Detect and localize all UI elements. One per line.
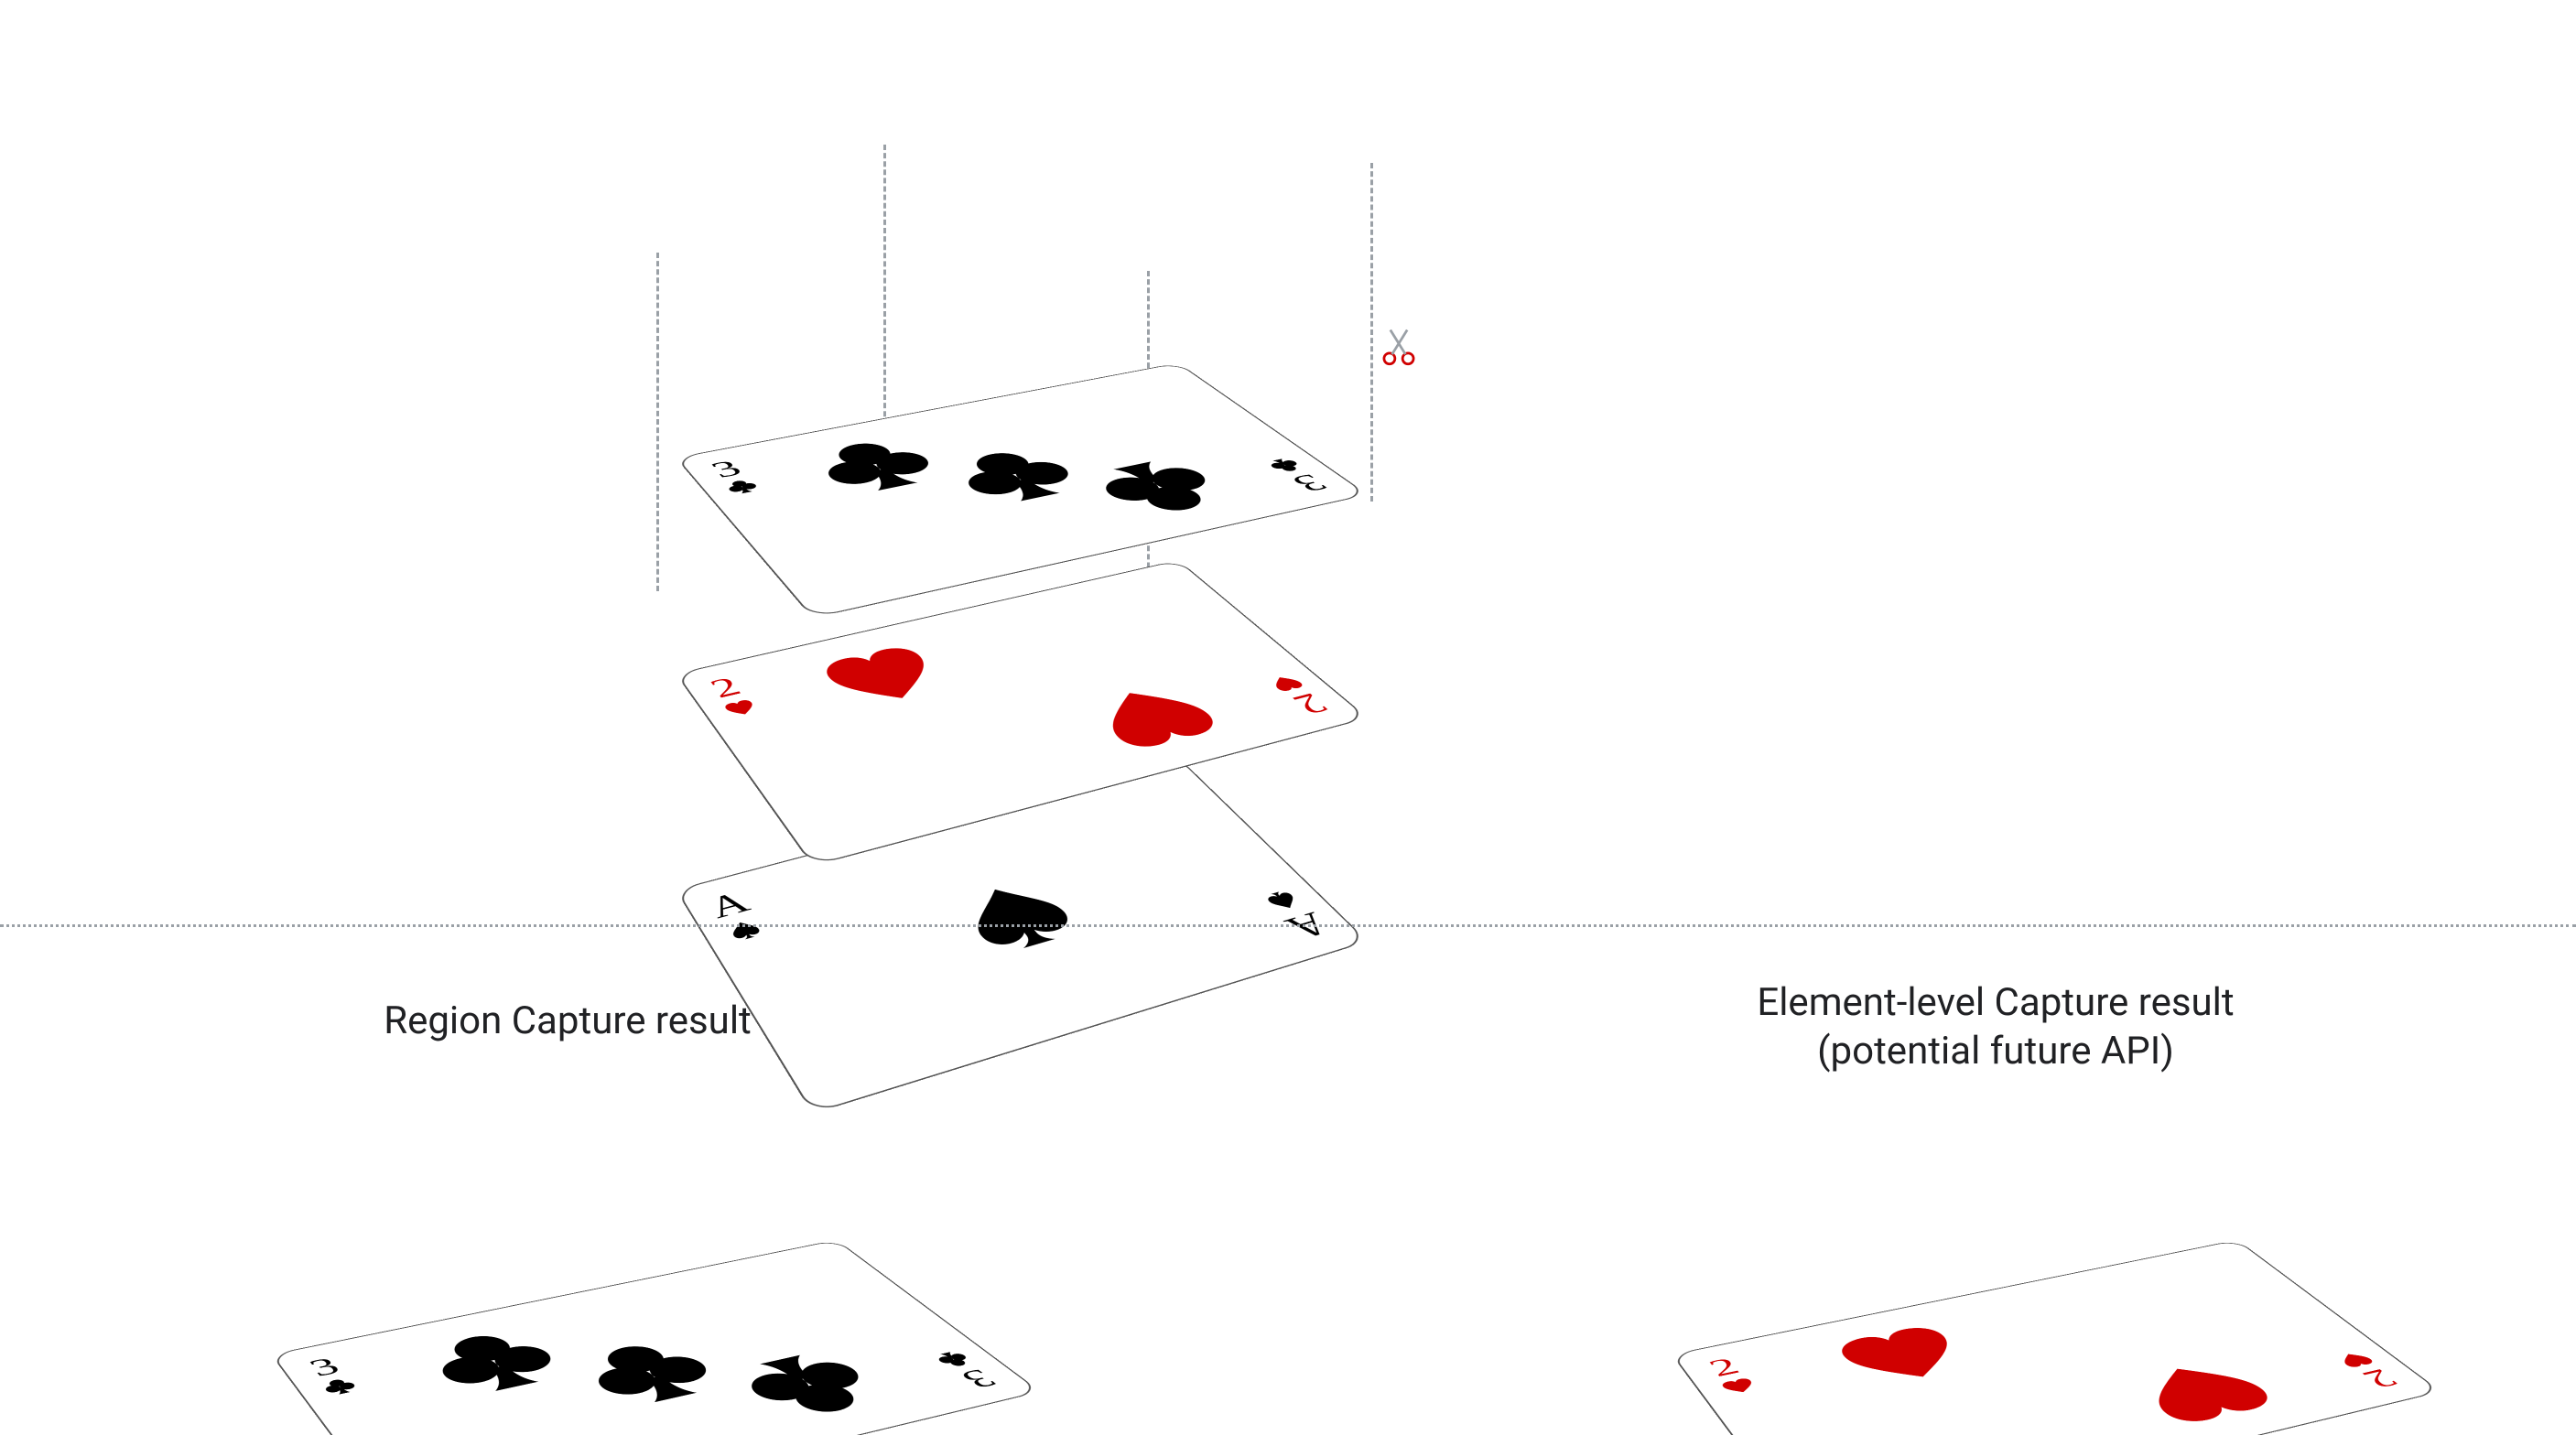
card-corner-top-left: 2: [703, 673, 762, 720]
label-text: Region Capture result: [384, 998, 752, 1043]
card-corner-top-left: 3: [300, 1354, 362, 1399]
region-capture-label: Region Capture result: [156, 998, 980, 1046]
card-rank: 2: [1285, 689, 1336, 719]
card-corner-bottom-right: A: [1257, 886, 1337, 944]
card-rank: 3: [304, 1354, 345, 1380]
card-corner-bottom-right: 2: [1264, 672, 1337, 719]
club-icon: [799, 433, 956, 502]
club-icon: [412, 1323, 579, 1403]
crop-guide-left: [656, 253, 659, 591]
club-icon: [1077, 452, 1243, 523]
card-two-hearts: 2 2: [1672, 1240, 2442, 1435]
card-rank: 3: [954, 1365, 1004, 1393]
heart-icon: [1827, 1321, 1983, 1394]
heart-icon: [2118, 1352, 2285, 1430]
crop-guide-right: [1370, 163, 1373, 502]
element-capture-result-scene: 2 2: [1492, 1062, 2499, 1435]
card-rank: 3: [1284, 470, 1335, 495]
club-icon: [720, 1343, 898, 1426]
card-three-clubs: 3 3: [271, 1240, 1042, 1435]
card-rank: 3: [706, 457, 747, 481]
card-rank: 2: [2355, 1365, 2406, 1392]
card-corner-bottom-right: 2: [2332, 1349, 2408, 1393]
heart-icon: [1076, 675, 1230, 755]
diagram-stage: A A 2 2: [0, 0, 2576, 1435]
scissors-icon: [1378, 325, 1420, 367]
card-corner-top-left: 2: [1701, 1354, 1760, 1397]
card-stack-scene: A A 2 2: [394, 0, 1492, 879]
club-icon: [565, 1333, 738, 1415]
spade-icon: [942, 871, 1091, 961]
heart-icon: [813, 642, 958, 717]
card-three-clubs: 3 3: [676, 362, 1369, 618]
card-corner-bottom-right: 3: [929, 1348, 1007, 1393]
card-rank: 2: [705, 674, 746, 703]
card-corner-top-left: 3: [703, 457, 763, 498]
card-rank: 2: [1704, 1354, 1745, 1381]
club-icon: [936, 442, 1098, 512]
region-capture-result-scene: 3 3: [92, 1062, 1099, 1435]
card-corner-top-left: A: [703, 887, 769, 945]
card-corner-bottom-right: 3: [1261, 455, 1337, 495]
label-text: Element-level Capture result: [1757, 980, 2234, 1025]
section-divider: [0, 924, 2576, 927]
